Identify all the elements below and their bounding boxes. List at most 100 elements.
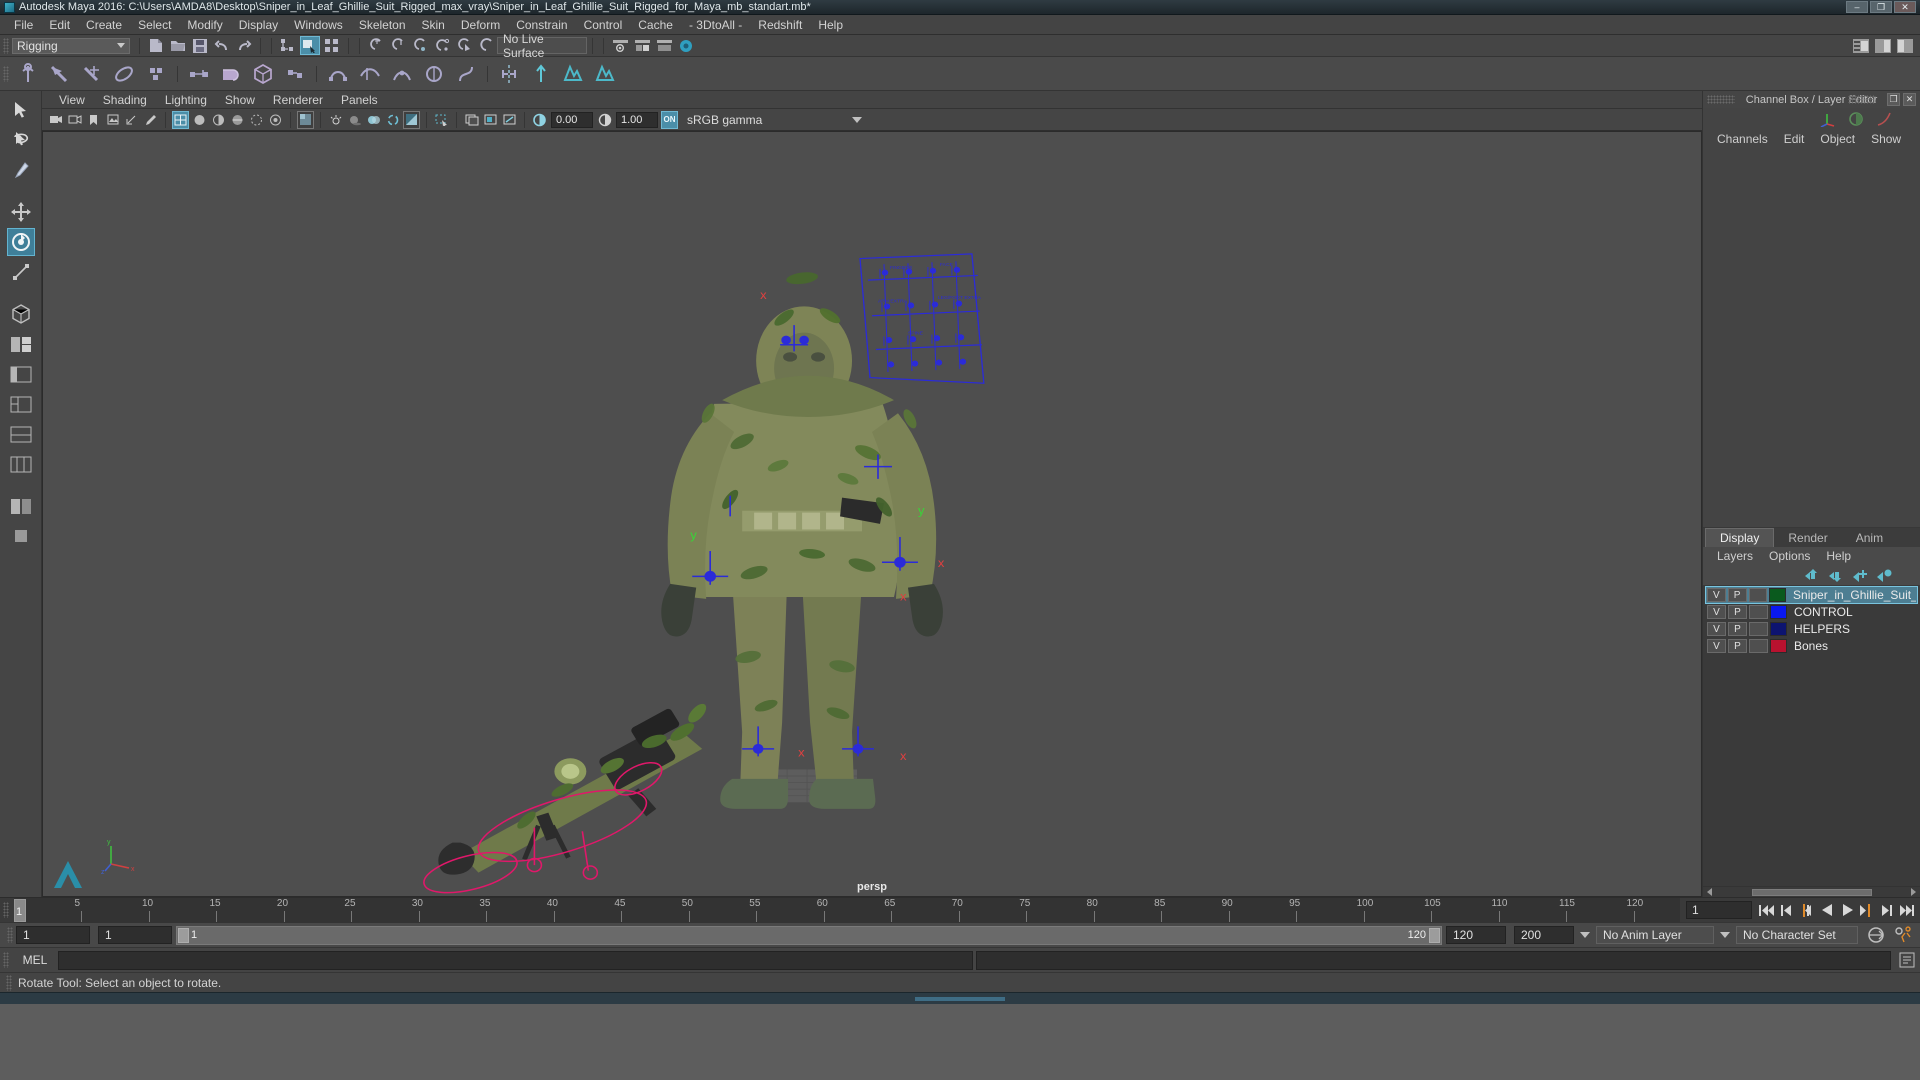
channel-box-menu-channels[interactable]: Channels [1709, 131, 1776, 147]
save-scene-icon[interactable] [190, 36, 210, 55]
animation-end-time-field[interactable]: 200 [1514, 926, 1574, 944]
show-hide-channel-box-icon[interactable] [1851, 36, 1871, 55]
range-handle-left[interactable] [178, 927, 189, 943]
gamma-icon[interactable] [596, 111, 613, 129]
menu-windows[interactable]: Windows [286, 16, 351, 34]
auto-keyframe-toggle-icon[interactable] [1866, 926, 1886, 944]
layer-menu-options[interactable]: Options [1761, 548, 1818, 564]
current-frame-field[interactable]: 1 [1686, 901, 1752, 919]
menu-display[interactable]: Display [231, 16, 286, 34]
layer-name[interactable]: Sniper_in_Ghillie_Suit_ [1793, 588, 1916, 602]
channel-box-menu-object[interactable]: Object [1812, 131, 1863, 147]
play-forwards-icon[interactable] [1838, 901, 1856, 919]
snap-to-view-planes-icon[interactable] [454, 36, 474, 55]
command-line-grip[interactable] [3, 952, 9, 968]
perspective-viewport[interactable]: y y x x x x x FINGERS FACE ARM EXTRA LEG… [42, 131, 1702, 897]
play-backwards-icon[interactable] [1818, 901, 1836, 919]
range-slider-grip[interactable] [7, 927, 13, 943]
layer-name[interactable]: CONTROL [1794, 605, 1853, 619]
scale-tool-icon[interactable] [7, 258, 35, 286]
show-hide-editor-icon[interactable] [610, 36, 630, 55]
step-back-frame-icon[interactable] [1778, 901, 1796, 919]
select-by-hierarchy-icon[interactable] [278, 36, 298, 55]
range-start-time-field[interactable]: 1 [98, 926, 172, 944]
step-forward-frame-icon[interactable] [1878, 901, 1896, 919]
channel-box-sphere-icon[interactable] [1848, 111, 1864, 127]
color-management-toggle-icon[interactable]: ON [661, 110, 678, 129]
live-surface-field[interactable]: No Live Surface [497, 32, 587, 60]
show-hide-outliner-icon[interactable] [632, 36, 652, 55]
hypershade-layout-icon[interactable] [7, 450, 35, 478]
snap-to-grid-icon[interactable] [366, 36, 386, 55]
xray-joints-icon[interactable] [267, 111, 284, 129]
layer-visibility-toggle[interactable]: V [1707, 588, 1726, 602]
scroll-left-icon[interactable] [1706, 888, 1714, 896]
render-settings-icon[interactable] [501, 111, 518, 129]
layer-playback-toggle[interactable]: P [1728, 639, 1747, 653]
four-view-layout-icon[interactable] [7, 300, 35, 328]
menu-cache[interactable]: Cache [630, 16, 681, 34]
outliner-persp-layout-icon[interactable] [7, 390, 35, 418]
menu-file[interactable]: File [6, 16, 41, 34]
viewport-menu-view[interactable]: View [50, 92, 94, 108]
layer-list-horizontal-scrollbar[interactable] [1703, 886, 1920, 897]
select-camera-icon[interactable] [47, 111, 64, 129]
create-layer-from-selected-icon[interactable] [1877, 569, 1892, 582]
color-transform-chevron-icon[interactable] [852, 116, 863, 123]
menu-help[interactable]: Help [810, 16, 851, 34]
show-hide-hypergraph-icon[interactable] [654, 36, 674, 55]
ik-spline-handle-icon[interactable] [79, 61, 105, 87]
anim-layer-selector[interactable]: No Anim Layer [1596, 926, 1714, 944]
layer-type-toggle[interactable] [1749, 605, 1768, 619]
wire-deformer-icon[interactable] [357, 61, 383, 87]
menu-edit[interactable]: Edit [41, 16, 78, 34]
menu-create[interactable]: Create [78, 16, 130, 34]
exposure-field[interactable]: 0.00 [551, 111, 593, 128]
close-button[interactable]: ✕ [1894, 1, 1916, 13]
menu-set-selector[interactable]: Rigging [12, 37, 130, 54]
layer-playback-toggle[interactable]: P [1727, 588, 1747, 602]
orient-joint-icon[interactable] [528, 61, 554, 87]
move-layer-up-icon[interactable] [1805, 568, 1820, 582]
layer-color-swatch[interactable] [1770, 605, 1787, 619]
persp-graph-layout-icon[interactable] [7, 420, 35, 448]
layer-row-control[interactable]: V P CONTROL [1706, 604, 1917, 620]
select-tool-icon[interactable] [7, 96, 35, 124]
layer-color-swatch[interactable] [1770, 639, 1787, 653]
menu-skin[interactable]: Skin [414, 16, 453, 34]
animation-preferences-icon[interactable] [1894, 926, 1914, 944]
step-back-key-icon[interactable] [1798, 901, 1816, 919]
sculpt-deformer-icon[interactable] [421, 61, 447, 87]
paint-selection-tool-icon[interactable] [7, 156, 35, 184]
viewport-menu-shading[interactable]: Shading [94, 92, 156, 108]
nonlinear-deformer-icon[interactable] [453, 61, 479, 87]
undo-icon[interactable] [212, 36, 232, 55]
layer-menu-layers[interactable]: Layers [1709, 548, 1761, 564]
scroll-right-icon[interactable] [1909, 888, 1917, 896]
shadows-icon[interactable] [346, 111, 363, 129]
use-default-lighting-icon[interactable] [327, 111, 344, 129]
gamma-field[interactable]: 1.00 [616, 111, 658, 128]
script-editor-icon[interactable] [1899, 952, 1915, 968]
channel-box-axis-icon[interactable] [1818, 111, 1836, 127]
menu-modify[interactable]: Modify [179, 16, 230, 34]
layer-visibility-toggle[interactable]: V [1707, 639, 1726, 653]
layer-visibility-toggle[interactable]: V [1707, 622, 1726, 636]
layer-row-bones[interactable]: V P Bones [1706, 638, 1917, 654]
toolbar-grip[interactable] [3, 37, 9, 54]
layer-color-swatch[interactable] [1770, 622, 1787, 636]
layer-type-toggle[interactable] [1749, 639, 1768, 653]
saved-layout-a-icon[interactable] [7, 492, 35, 520]
channel-box-curve-icon[interactable] [1876, 111, 1892, 127]
ipr-render-icon[interactable] [482, 111, 499, 129]
viewport-menu-panels[interactable]: Panels [332, 92, 387, 108]
character-set-selector[interactable]: No Character Set [1736, 926, 1858, 944]
show-hide-attribute-editor-icon[interactable] [676, 36, 696, 55]
display-layer-list[interactable]: V P Sniper_in_Ghillie_Suit_ V P CONTROL [1703, 585, 1920, 886]
anti-alias-icon[interactable] [384, 111, 401, 129]
channel-box-menu-show[interactable]: Show [1863, 131, 1909, 147]
dock-close-button[interactable]: ✕ [1903, 93, 1916, 106]
snap-to-projected-center-icon[interactable] [432, 36, 452, 55]
make-live-icon[interactable] [476, 36, 496, 55]
taskbar-active-window-indicator[interactable] [915, 997, 1005, 1001]
